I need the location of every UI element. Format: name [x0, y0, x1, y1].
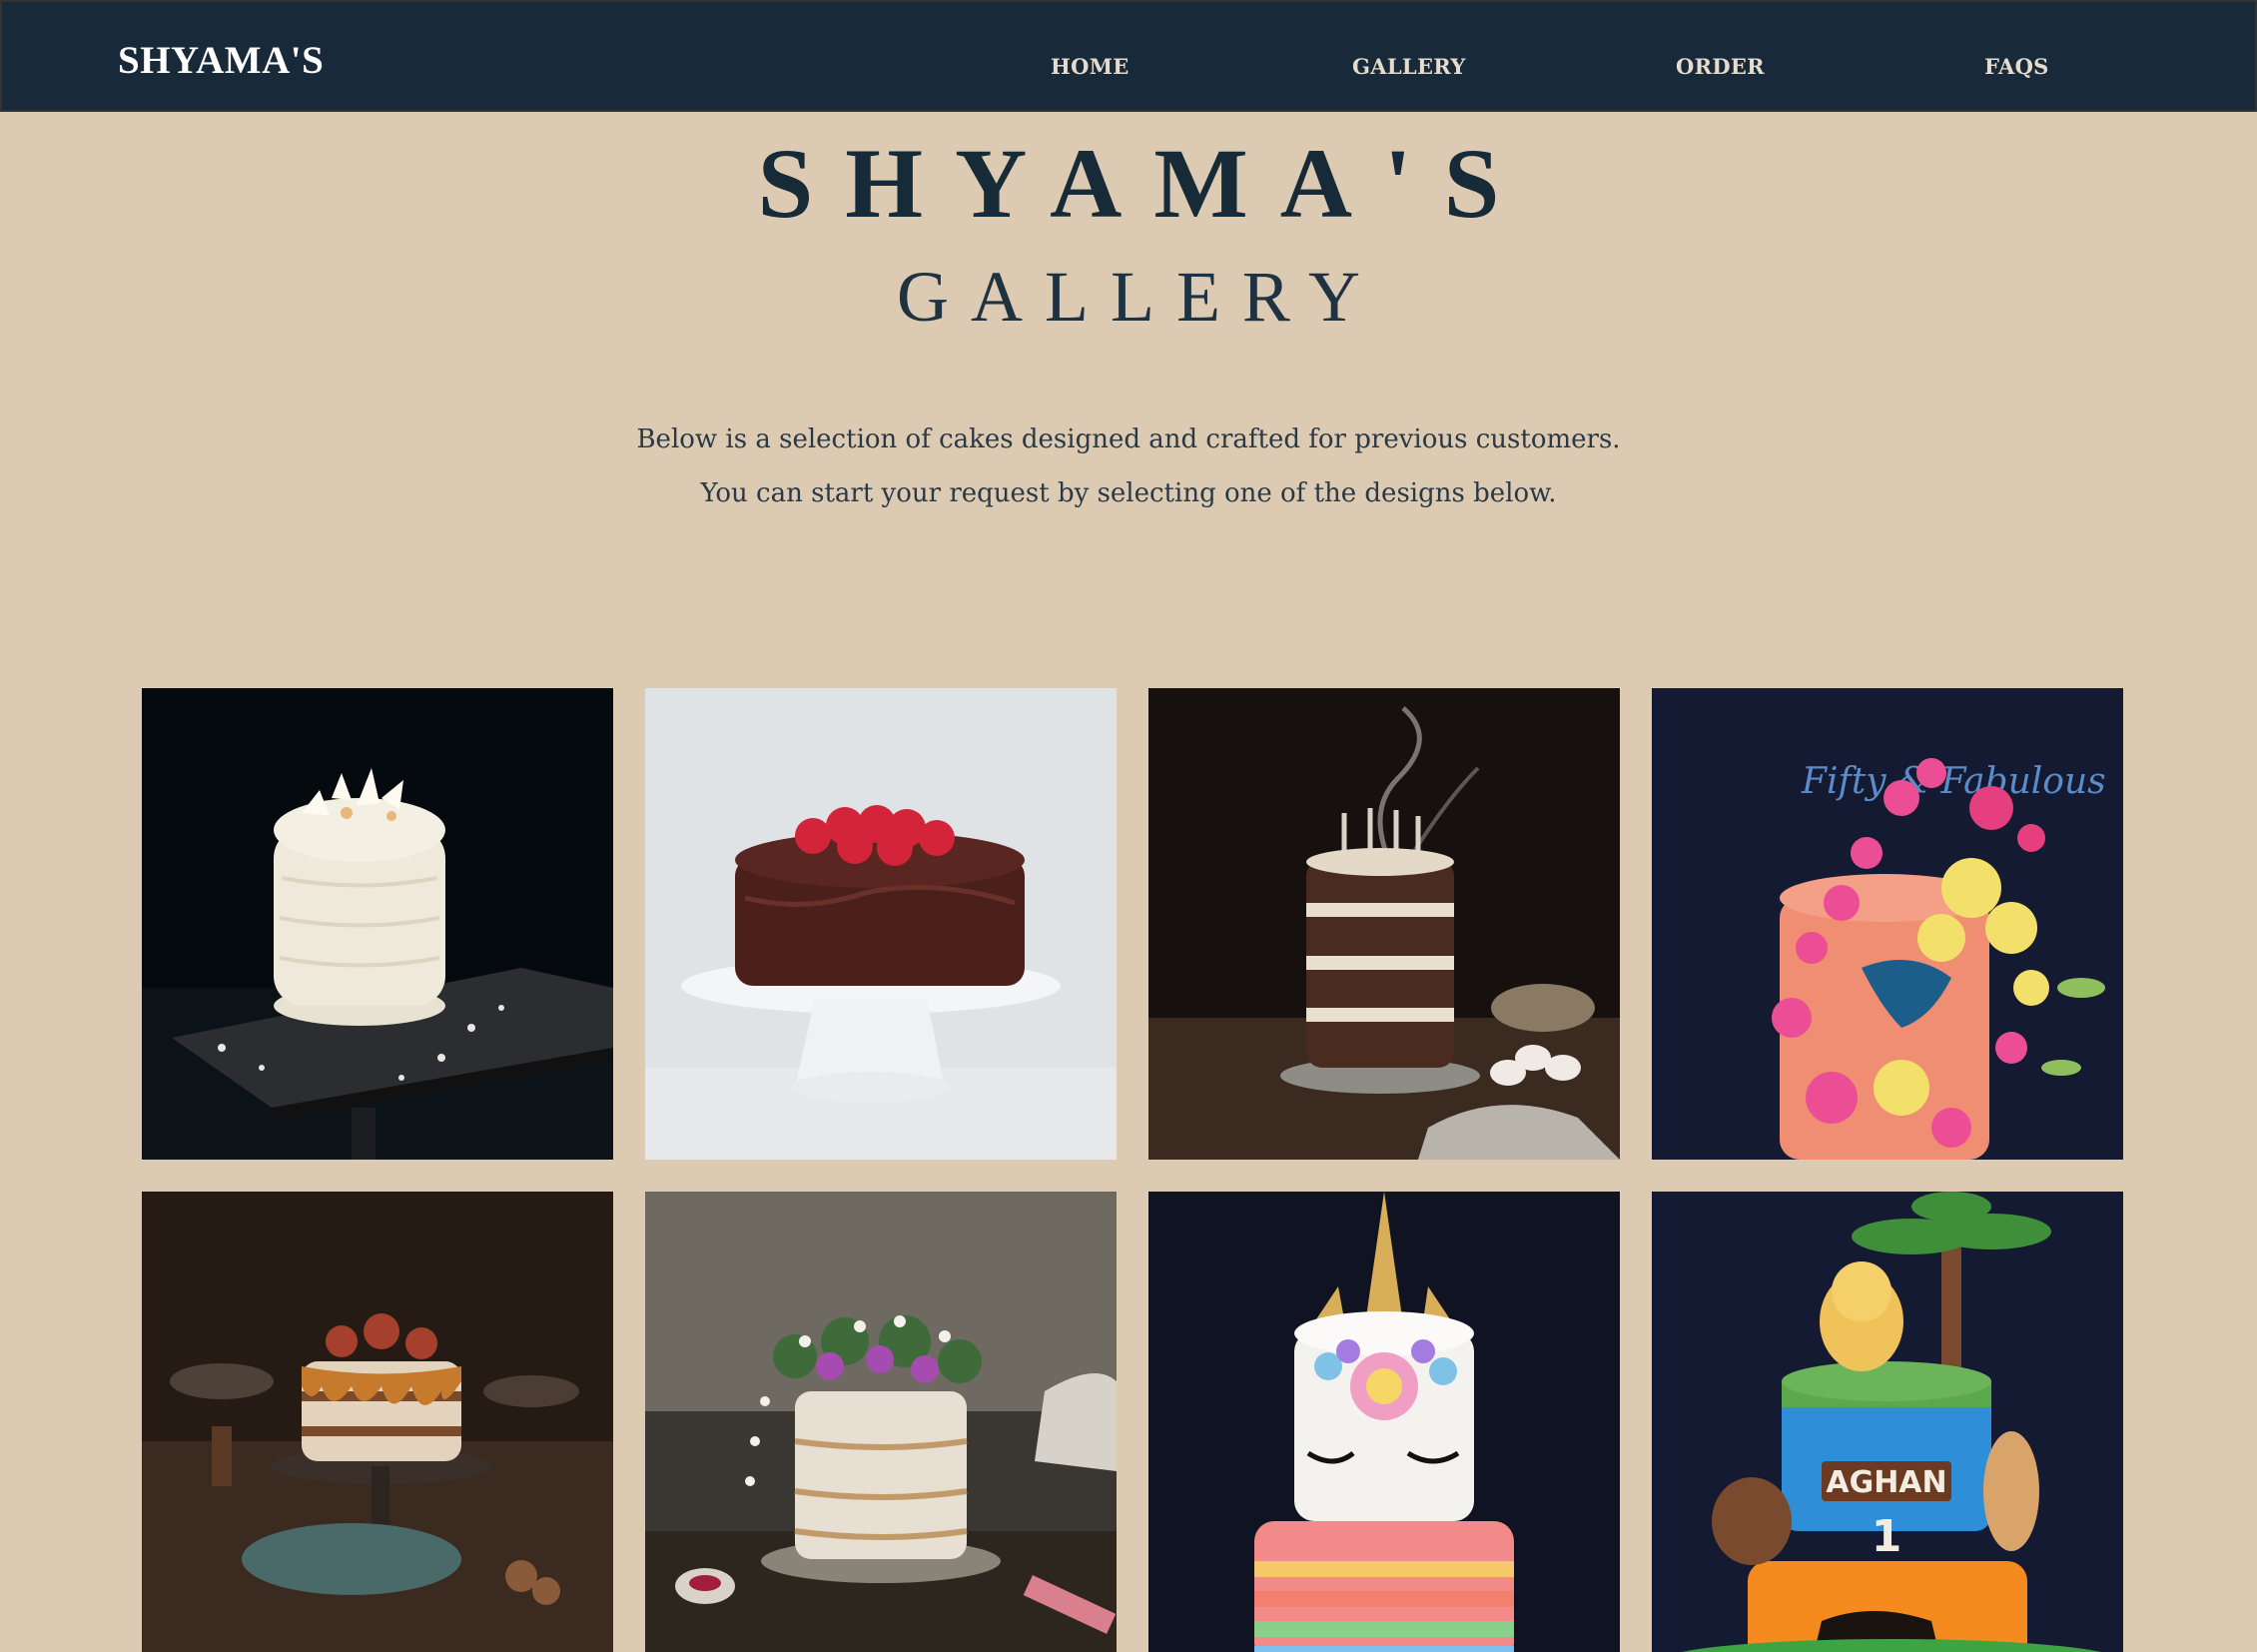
fig-caramel-cake-image — [142, 1192, 613, 1652]
lion-king-cake-image: AGHAN 1 — [1652, 1192, 2123, 1652]
gallery-item-floral-naked-cake[interactable] — [645, 1192, 1117, 1652]
navbar: SHYAMA'S HOME GALLERY ORDER FAQS — [0, 0, 2257, 112]
gallery-item-lion-king-cake[interactable]: AGHAN 1 — [1652, 1192, 2123, 1652]
gallery-item-chocolate-raspberry-cake[interactable] — [645, 688, 1117, 1160]
gallery-item-white-frosted-cake[interactable] — [142, 688, 613, 1160]
nav-gallery[interactable]: GALLERY — [1352, 54, 1466, 79]
gallery-item-layered-birthday-cake[interactable] — [1148, 688, 1620, 1160]
brand-logo[interactable]: SHYAMA'S — [118, 38, 324, 83]
white-frosted-cake-image — [142, 688, 613, 1160]
page-title: SHYAMA'S — [757, 128, 1532, 239]
fifty-fabulous-flower-cake-image: Fifty & Fabulous — [1652, 688, 2123, 1160]
cake-name-text: AGHAN — [1826, 1465, 1946, 1500]
intro-line-2: You can start your request by selecting … — [700, 478, 1557, 508]
chocolate-raspberry-cake-image — [645, 688, 1117, 1160]
gallery-item-fifty-fabulous-flower-cake[interactable]: Fifty & Fabulous — [1652, 688, 2123, 1160]
nav-order[interactable]: ORDER — [1676, 54, 1765, 79]
cake-age-text: 1 — [1872, 1511, 1902, 1562]
gallery-item-fig-caramel-cake[interactable] — [142, 1192, 613, 1652]
topper-text: Fifty & Fabulous — [1801, 761, 2106, 802]
nav-faqs[interactable]: FAQS — [1984, 54, 2049, 79]
intro-line-1: Below is a selection of cakes designed a… — [636, 424, 1621, 454]
gallery-item-unicorn-cake[interactable] — [1148, 1192, 1620, 1652]
unicorn-cake-image — [1148, 1192, 1620, 1652]
nav-home[interactable]: HOME — [1051, 54, 1129, 79]
layered-birthday-cake-image — [1148, 688, 1620, 1160]
page-subtitle: GALLERY — [897, 257, 1382, 337]
floral-naked-cake-image — [645, 1192, 1117, 1652]
